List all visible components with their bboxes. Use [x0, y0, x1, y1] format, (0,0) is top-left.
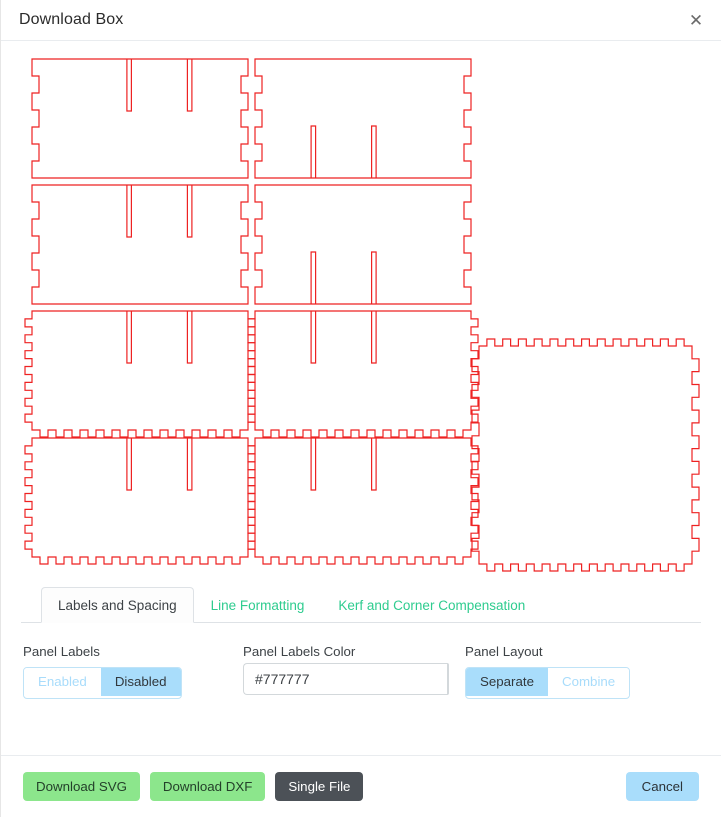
panel-outline: [24, 310, 256, 438]
panel-slot: [371, 125, 377, 178]
cancel-button[interactable]: Cancel: [625, 772, 699, 801]
download-dxf-button[interactable]: Download DXF: [149, 772, 266, 801]
panel-layout-svg: [24, 58, 700, 572]
download-svg-button[interactable]: Download SVG: [23, 772, 140, 801]
panel-outline: [31, 58, 249, 179]
panel-labels-color-field: Panel Labels Color: [243, 643, 465, 696]
panel-layout-separate-button[interactable]: Separate: [466, 668, 548, 697]
panel-slot: [126, 438, 132, 491]
dialog-footer: Download SVG Download DXF Single File Ca…: [1, 755, 721, 817]
panel-slot: [186, 438, 193, 491]
close-icon[interactable]: ✕: [685, 9, 707, 31]
settings-panel: Panel Labels Enabled Disabled Panel Labe…: [1, 623, 721, 755]
color-swatch-button[interactable]: [447, 663, 449, 696]
panel-labels-label: Panel Labels: [23, 644, 100, 659]
footer-right-actions: Cancel: [625, 772, 699, 801]
panel-outline: [471, 338, 700, 572]
panel-layout-field: Panel Layout Separate Combine: [465, 643, 631, 700]
panel-slot: [371, 311, 377, 364]
download-box-dialog: Download Box ✕ Labels and Spacing Line F…: [0, 0, 721, 817]
color-input-group: [243, 663, 449, 696]
panel-labels-field: Panel Labels Enabled Disabled: [23, 643, 243, 700]
panel-labels-color-input[interactable]: [243, 663, 447, 696]
panel-slot: [126, 59, 132, 112]
panel-slot: [371, 438, 377, 491]
tab-bar: Labels and Spacing Line Formatting Kerf …: [21, 581, 701, 623]
dialog-header: Download Box ✕: [1, 0, 721, 41]
footer-left-actions: Download SVG Download DXF Single File: [23, 772, 364, 801]
panel-slot: [186, 185, 193, 238]
box-preview-area: [1, 41, 721, 581]
tab-line-formatting[interactable]: Line Formatting: [194, 587, 322, 623]
panel-labels-color-label: Panel Labels Color: [243, 644, 356, 659]
panel-slot: [186, 59, 193, 112]
panel-layout-label: Panel Layout: [465, 644, 543, 659]
panel-outline: [247, 310, 479, 438]
single-file-button[interactable]: Single File: [275, 772, 364, 801]
panel-labels-enabled-button[interactable]: Enabled: [24, 668, 101, 697]
panel-slot: [186, 311, 193, 364]
panel-slot: [310, 311, 317, 364]
panel-layout-combine-button[interactable]: Combine: [547, 668, 630, 697]
panel-slot: [126, 185, 132, 238]
dialog-title: Download Box: [19, 11, 124, 28]
panel-outline: [24, 437, 256, 565]
tab-kerf-and-corner-compensation[interactable]: Kerf and Corner Compensation: [321, 587, 542, 623]
panel-layout-toggle-group: Separate Combine: [465, 667, 631, 700]
panel-outline: [247, 437, 479, 565]
panel-outline: [254, 184, 472, 305]
tab-labels-and-spacing[interactable]: Labels and Spacing: [41, 587, 194, 623]
panel-slot: [310, 438, 317, 491]
panel-outline: [31, 184, 249, 305]
panel-outline: [254, 58, 472, 179]
panel-labels-toggle-group: Enabled Disabled: [23, 667, 182, 700]
panel-slot: [371, 251, 377, 304]
panel-slot: [310, 251, 317, 304]
panel-labels-disabled-button[interactable]: Disabled: [100, 668, 181, 697]
settings-row: Panel Labels Enabled Disabled Panel Labe…: [23, 643, 699, 700]
panel-slot: [310, 125, 317, 178]
panel-slot: [126, 311, 132, 364]
tabs-container: Labels and Spacing Line Formatting Kerf …: [1, 581, 721, 623]
